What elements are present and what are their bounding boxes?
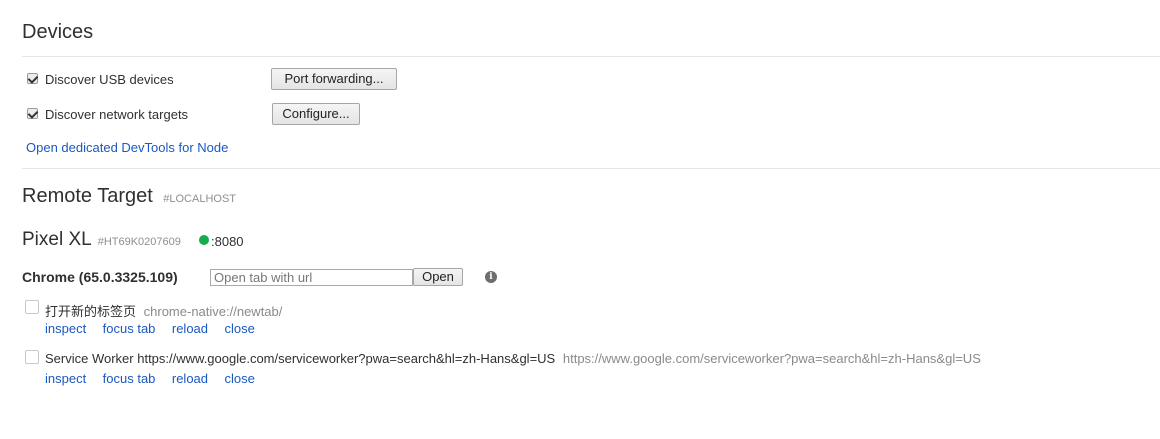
discover-network-label: Discover network targets (45, 107, 189, 122)
device-serial: #HT69K0207609 (97, 236, 181, 248)
check-icon (27, 108, 39, 119)
device-header: Pixel XL #HT69K0207609 (22, 229, 181, 251)
info-icon[interactable]: i (485, 271, 497, 283)
reload-link[interactable]: reload (172, 371, 208, 386)
discover-usb-checkbox[interactable] (27, 73, 39, 84)
device-name: Pixel XL (22, 229, 92, 250)
inspect-link[interactable]: inspect (45, 371, 86, 386)
remote-divider (22, 168, 1160, 169)
reload-link[interactable]: reload (172, 321, 208, 336)
target-title: 打开新的标签页 (45, 304, 137, 319)
target-checkbox[interactable] (25, 350, 39, 364)
browser-name: Chrome (65.0.3325.109) (22, 269, 178, 285)
focus-tab-link[interactable]: focus tab (103, 371, 156, 386)
target-actions: inspect focus tab reload close (45, 320, 255, 338)
close-link[interactable]: close (224, 321, 254, 336)
close-link[interactable]: close (224, 371, 254, 386)
open-devtools-node-link[interactable]: Open dedicated DevTools for Node (26, 140, 228, 155)
target-title: Service Worker https://www.google.com/se… (45, 351, 556, 366)
devices-divider (22, 56, 1160, 57)
open-tab-button[interactable]: Open (413, 268, 463, 286)
target-row: Service Worker https://www.google.com/se… (45, 351, 981, 366)
discover-usb-label: Discover USB devices (45, 72, 174, 87)
check-icon (27, 73, 39, 84)
target-url: https://www.google.com/serviceworker?pwa… (562, 351, 981, 366)
remote-target-header: Remote Target #LOCALHOST (22, 185, 236, 208)
target-actions: inspect focus tab reload close (45, 370, 255, 388)
connection-status-icon (199, 235, 209, 245)
inspect-link[interactable]: inspect (45, 321, 86, 336)
discover-network-checkbox[interactable] (27, 108, 39, 119)
target-row: 打开新的标签页 chrome-native://newtab/ (45, 301, 282, 320)
target-url: chrome-native://newtab/ (143, 304, 283, 319)
open-tab-url-input[interactable] (210, 269, 413, 286)
device-port: :8080 (211, 234, 244, 249)
focus-tab-link[interactable]: focus tab (103, 321, 156, 336)
devices-heading: Devices (22, 21, 94, 43)
remote-target-host: #LOCALHOST (163, 193, 237, 205)
remote-target-title: Remote Target (22, 185, 153, 207)
port-forwarding-button[interactable]: Port forwarding... (271, 68, 397, 90)
configure-button[interactable]: Configure... (272, 103, 360, 125)
target-checkbox[interactable] (25, 300, 39, 314)
